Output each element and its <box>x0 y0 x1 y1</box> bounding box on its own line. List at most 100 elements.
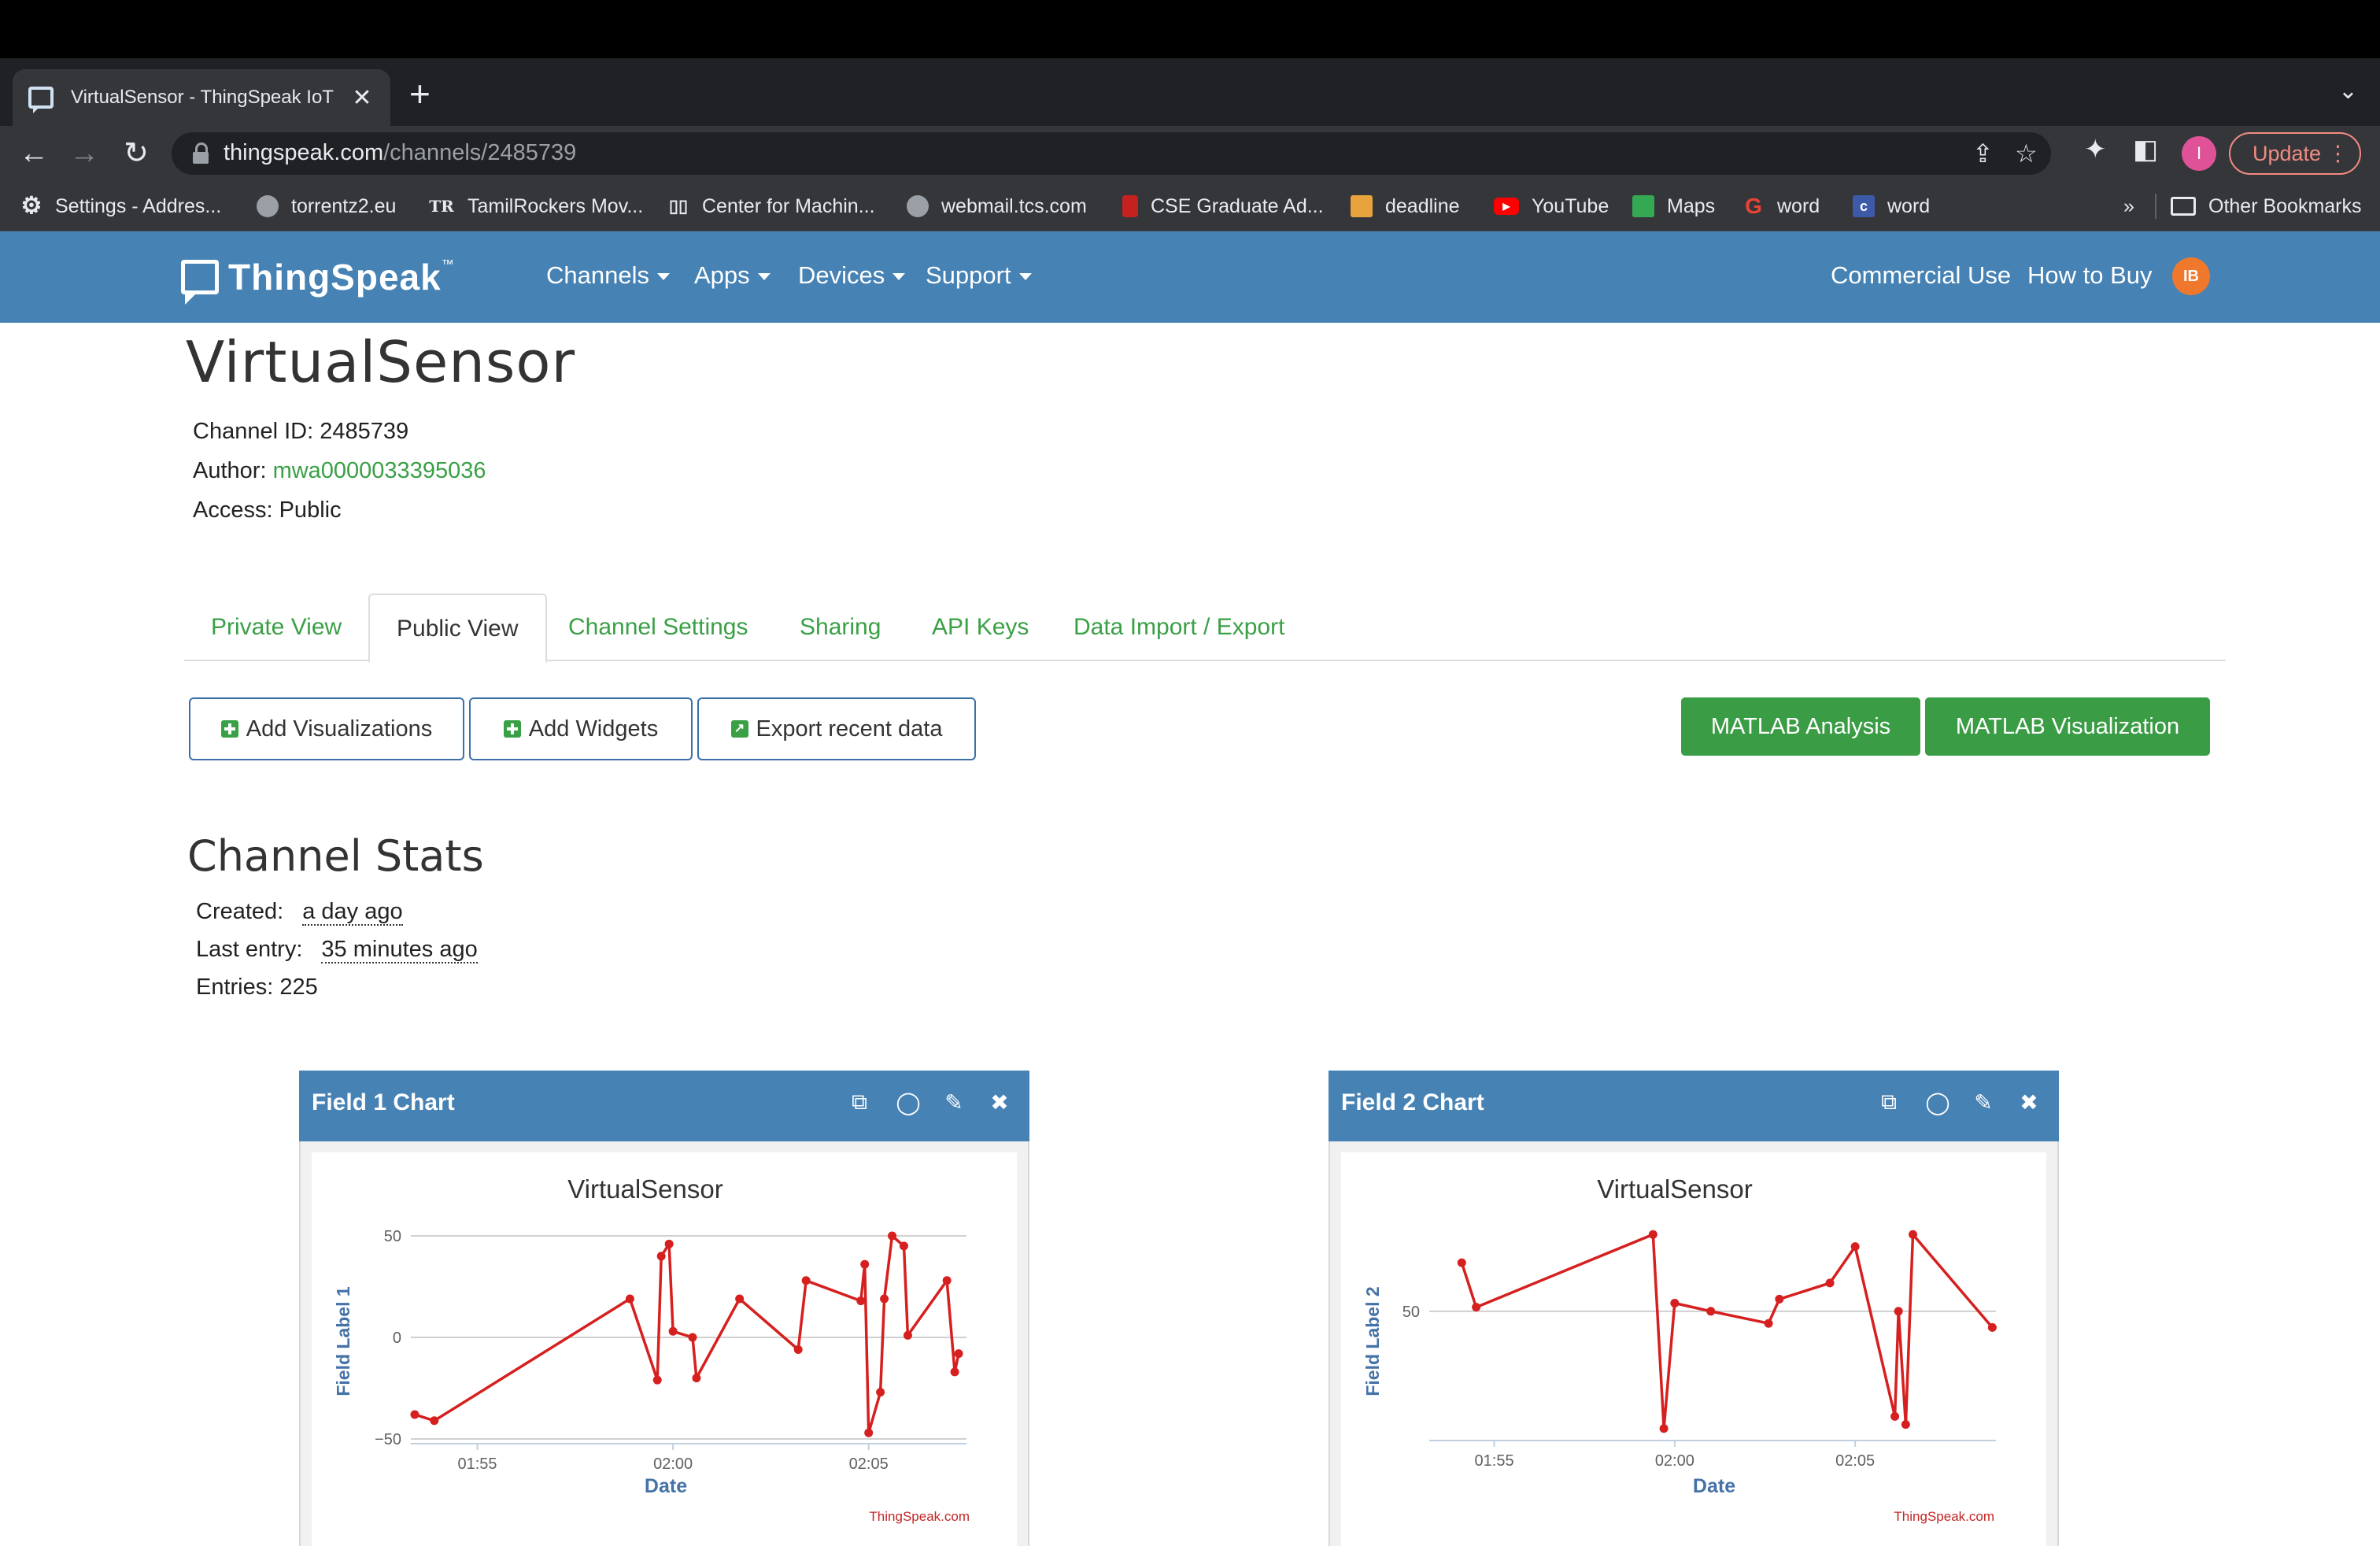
data-point[interactable] <box>1706 1307 1716 1316</box>
bookmarks-overflow[interactable]: » <box>2123 192 2134 220</box>
url-text[interactable]: thingspeak.com/channels/2485739 <box>224 140 576 166</box>
pencil-icon[interactable]: ✎ <box>940 1089 968 1115</box>
update-button[interactable]: Update ⋮ <box>2229 132 2361 175</box>
forward-arrow-icon[interactable]: → <box>65 134 104 173</box>
add-widgets-button[interactable]: Add Widgets <box>469 697 693 760</box>
menu-devices[interactable]: Devices <box>798 261 906 290</box>
chart-credit[interactable]: ThingSpeak.com <box>1894 1509 1994 1524</box>
chart-credit[interactable]: ThingSpeak.com <box>869 1509 970 1524</box>
data-point[interactable] <box>1648 1230 1658 1239</box>
data-point[interactable] <box>1775 1294 1784 1304</box>
commercial-use-link[interactable]: Commercial Use <box>1831 261 2011 290</box>
bookmark-item[interactable]: deadline <box>1351 192 1460 220</box>
data-point[interactable] <box>1659 1424 1669 1433</box>
series-line[interactable] <box>414 1234 960 1435</box>
data-point[interactable] <box>692 1374 701 1383</box>
data-point[interactable] <box>688 1333 697 1342</box>
data-point[interactable] <box>942 1276 952 1285</box>
bookmark-item[interactable]: ▶ YouTube <box>1494 192 1609 220</box>
data-point[interactable] <box>1987 1322 1997 1332</box>
lock-icon[interactable] <box>192 142 209 165</box>
bookmark-item[interactable]: Maps <box>1632 192 1715 220</box>
tab-channel-settings[interactable]: Channel Settings <box>541 594 775 661</box>
data-point[interactable] <box>625 1294 634 1304</box>
data-point[interactable] <box>950 1367 959 1377</box>
data-point[interactable] <box>1850 1242 1860 1252</box>
author-link[interactable]: mwa0000033395036 <box>273 458 486 483</box>
data-point[interactable] <box>954 1349 963 1359</box>
data-point[interactable] <box>668 1326 678 1336</box>
reload-icon[interactable]: ↻ <box>116 134 156 173</box>
add-visualizations-button[interactable]: Add Visualizations <box>189 697 464 760</box>
data-point[interactable] <box>899 1241 908 1251</box>
data-point[interactable] <box>1894 1307 1903 1316</box>
data-point[interactable] <box>1825 1278 1835 1288</box>
data-point[interactable] <box>860 1259 870 1269</box>
data-point[interactable] <box>1764 1319 1773 1328</box>
kebab-menu-icon[interactable]: ⋮ <box>2327 134 2349 173</box>
menu-support[interactable]: Support <box>926 261 1032 290</box>
pencil-icon[interactable]: ✎ <box>1969 1089 1998 1115</box>
data-point[interactable] <box>801 1276 811 1285</box>
bookmark-item[interactable]: TR TamilRockers Mov... <box>428 192 643 220</box>
how-to-buy-link[interactable]: How to Buy <box>2027 261 2153 290</box>
share-icon[interactable]: ⇪ <box>1972 139 1994 168</box>
data-point[interactable] <box>664 1239 674 1248</box>
data-point[interactable] <box>656 1252 666 1261</box>
bookmark-item[interactable]: ⚙ Settings - Addres... <box>20 192 222 220</box>
address-bar[interactable]: thingspeak.com/channels/2485739 ⇪ ☆ <box>172 132 2051 175</box>
matlab-visualization-button[interactable]: MATLAB Visualization <box>1925 697 2210 756</box>
data-point[interactable] <box>1472 1303 1481 1312</box>
data-point[interactable] <box>856 1296 866 1306</box>
data-point[interactable] <box>864 1428 874 1437</box>
bookmark-star-icon[interactable]: ☆ <box>2015 139 2038 168</box>
data-point[interactable] <box>1457 1258 1466 1267</box>
data-point[interactable] <box>793 1344 803 1354</box>
data-point[interactable] <box>888 1231 897 1241</box>
back-arrow-icon[interactable]: ← <box>14 134 54 173</box>
side-panel-icon[interactable]: ◧ <box>2133 134 2158 165</box>
comment-icon[interactable]: ◯ <box>1924 1089 1952 1115</box>
other-bookmarks[interactable]: Other Bookmarks <box>2171 192 2362 220</box>
menu-channels[interactable]: Channels <box>546 261 670 290</box>
browser-tab[interactable]: VirtualSensor - ThingSpeak IoT ✕ <box>13 69 390 126</box>
tab-private-view[interactable]: Private View <box>184 594 368 661</box>
close-icon[interactable]: ✖ <box>2015 1089 2043 1115</box>
data-point[interactable] <box>1901 1420 1910 1429</box>
matlab-analysis-button[interactable]: MATLAB Analysis <box>1681 697 1920 756</box>
bookmark-item[interactable]: c word <box>1853 192 1930 220</box>
tab-public-view[interactable]: Public View <box>368 594 547 663</box>
data-point[interactable] <box>652 1375 662 1385</box>
data-point[interactable] <box>876 1388 885 1397</box>
bookmark-item[interactable]: webmail.tcs.com <box>907 192 1087 220</box>
tab-sharing[interactable]: Sharing <box>773 594 907 661</box>
new-tab-icon[interactable]: + <box>409 76 431 112</box>
close-icon[interactable]: ✖ <box>985 1089 1014 1115</box>
tab-api-keys[interactable]: API Keys <box>905 594 1055 661</box>
data-point[interactable] <box>410 1410 419 1419</box>
data-point[interactable] <box>1670 1299 1680 1308</box>
extensions-puzzle-icon[interactable]: ✦ <box>2084 134 2107 165</box>
data-point[interactable] <box>735 1294 745 1304</box>
bookmark-item[interactable]: torrentz2.eu <box>257 192 396 220</box>
data-point[interactable] <box>903 1330 912 1340</box>
tab-data-import-export[interactable]: Data Import / Export <box>1047 594 1311 661</box>
bookmark-item[interactable]: ▯▯ Center for Machin... <box>667 192 875 220</box>
data-point[interactable] <box>880 1294 889 1304</box>
close-tab-icon[interactable]: ✕ <box>349 84 375 112</box>
bookmark-item[interactable]: Gword <box>1743 192 1820 220</box>
external-link-icon[interactable]: ⧉ <box>1875 1089 1903 1115</box>
data-point[interactable] <box>430 1416 439 1426</box>
external-link-icon[interactable]: ⧉ <box>845 1089 874 1115</box>
line-chart[interactable]: VirtualSensor Field Label 2 Date ThingSp… <box>1341 1152 2046 1546</box>
data-point[interactable] <box>1909 1230 1918 1239</box>
thingspeak-logo[interactable]: ThingSpeak ™ <box>181 255 454 305</box>
menu-apps[interactable]: Apps <box>694 261 771 290</box>
line-chart[interactable]: VirtualSensor Field Label 1 Date ThingSp… <box>312 1152 1017 1546</box>
tab-search-chevron-icon[interactable]: ⌄ <box>2338 77 2358 105</box>
data-point[interactable] <box>1890 1411 1900 1421</box>
series-line[interactable] <box>1460 1233 1994 1430</box>
export-recent-data-button[interactable]: ↗ Export recent data <box>697 697 976 760</box>
comment-icon[interactable]: ◯ <box>894 1089 922 1115</box>
profile-avatar[interactable]: I <box>2182 136 2216 171</box>
